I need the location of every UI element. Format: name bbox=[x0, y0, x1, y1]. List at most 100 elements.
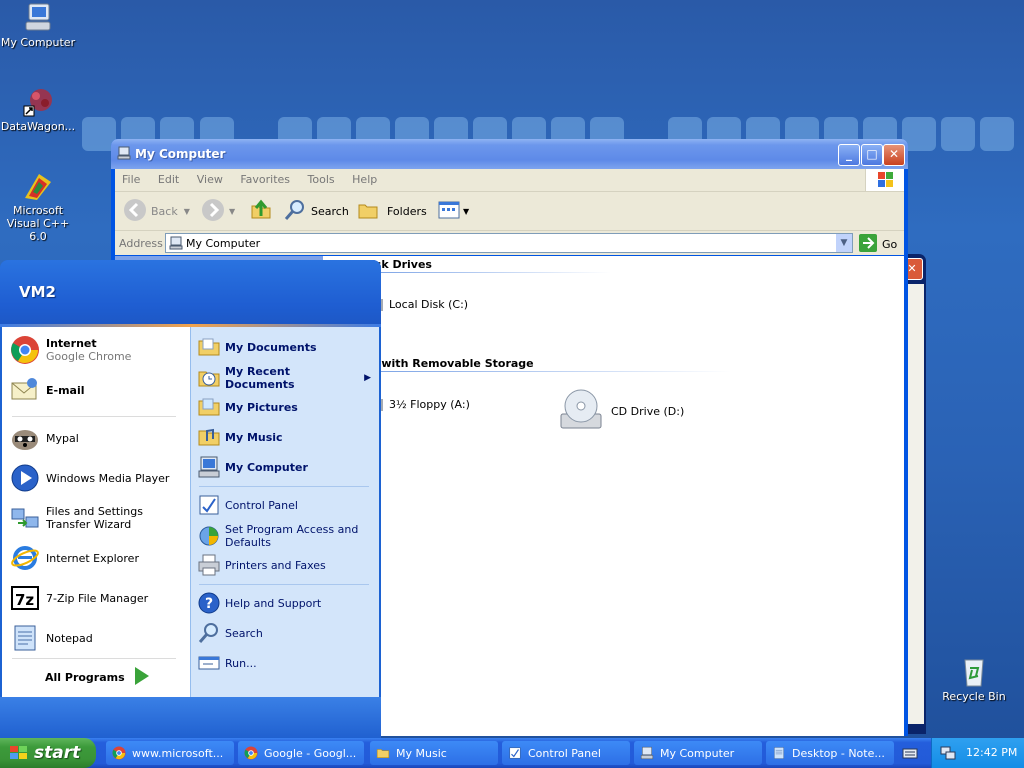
address-label: Address bbox=[119, 237, 163, 250]
address-dropdown-button[interactable]: ▼ bbox=[836, 234, 852, 252]
desktop-icon-visual-cpp[interactable]: Microsoft Visual C++ 6.0 bbox=[0, 170, 78, 243]
window-titlebar[interactable]: My Computer _ □ ✕ bbox=[111, 139, 908, 169]
background-window-scrollbar[interactable] bbox=[908, 284, 924, 724]
start-item-transfer-wizard[interactable]: Files and Settings Transfer Wizard bbox=[10, 503, 186, 533]
desktop-icon-recycle-bin[interactable]: Recycle Bin bbox=[934, 656, 1014, 703]
taskbar-button-notepad[interactable]: Desktop - Note... bbox=[766, 741, 894, 765]
folders-button[interactable]: Folders bbox=[357, 198, 427, 224]
start-item-label: 7-Zip File Manager bbox=[46, 591, 149, 605]
recent-documents-icon bbox=[197, 366, 221, 390]
start-button[interactable]: start bbox=[0, 738, 96, 768]
close-button[interactable]: ✕ bbox=[883, 144, 905, 166]
start-item-email[interactable]: E-mail bbox=[10, 375, 85, 405]
datawagon-shortcut-icon bbox=[21, 86, 55, 118]
chrome-icon bbox=[244, 746, 258, 760]
start-item-label: My Recent Documents bbox=[225, 365, 295, 391]
start-item-label: Notepad bbox=[46, 631, 93, 645]
start-item-windows-media-player[interactable]: Windows Media Player bbox=[10, 463, 169, 493]
group-heading-removable-storage: s with Removable Storage bbox=[371, 357, 534, 370]
start-menu-left-column: Internet Google Chrome E-mail Mypal Wind… bbox=[2, 327, 190, 697]
menu-tools[interactable]: Tools bbox=[301, 169, 342, 186]
taskbar-button-label: My Computer bbox=[660, 746, 735, 760]
menu-favorites[interactable]: Favorites bbox=[233, 169, 297, 186]
start-item-notepad[interactable]: Notepad bbox=[10, 623, 93, 653]
visual-cpp-icon bbox=[21, 170, 55, 202]
address-input[interactable]: My Computer ▼ bbox=[165, 233, 853, 253]
desktop-icon-label: Microsoft Visual C++ 6.0 bbox=[6, 204, 70, 243]
start-item-my-music[interactable]: My Music bbox=[197, 425, 283, 449]
start-menu-right-column: My Documents My Recent Documents ▶ My Pi… bbox=[190, 327, 379, 697]
taskbar-button-my-computer[interactable]: My Computer bbox=[634, 741, 762, 765]
start-item-mypal[interactable]: Mypal bbox=[10, 423, 79, 453]
computer-icon bbox=[640, 746, 654, 760]
taskbar-button-my-music[interactable]: My Music bbox=[370, 741, 498, 765]
start-item-internet[interactable]: Internet Google Chrome bbox=[10, 335, 131, 365]
go-button[interactable]: Go bbox=[859, 234, 897, 255]
menu-file[interactable]: File bbox=[115, 169, 147, 186]
start-item-run[interactable]: Run... bbox=[197, 651, 257, 675]
green-arrow-icon bbox=[131, 665, 151, 690]
desktop-icon-my-computer[interactable]: My Computer bbox=[0, 2, 78, 49]
desktop-icon-label: Recycle Bin bbox=[942, 690, 1006, 703]
folder-icon bbox=[197, 335, 221, 359]
maximize-button[interactable]: □ bbox=[861, 144, 883, 166]
desktop-icon-datawagon[interactable]: DataWagon... bbox=[0, 86, 78, 133]
7zip-icon: 7z bbox=[10, 583, 40, 613]
computer-icon bbox=[197, 455, 221, 479]
window-title: My Computer bbox=[135, 147, 226, 161]
taskbar-button-label: Google - Googl... bbox=[264, 746, 357, 760]
start-menu: VM2 Internet Google Chrome E-mail Mypal … bbox=[0, 260, 381, 740]
svg-text:?: ? bbox=[205, 596, 213, 612]
all-programs-button[interactable]: All Programs bbox=[45, 665, 151, 690]
start-item-label: Printers and Faxes bbox=[225, 558, 326, 572]
minimize-button[interactable]: _ bbox=[838, 144, 860, 166]
help-icon: ? bbox=[197, 591, 221, 615]
start-item-printers-and-faxes[interactable]: Printers and Faxes bbox=[197, 553, 326, 577]
start-item-my-pictures[interactable]: My Pictures bbox=[197, 395, 298, 419]
clock[interactable]: 12:42 PM bbox=[966, 746, 1017, 759]
start-item-label: My Documents bbox=[225, 340, 317, 354]
start-menu-separator bbox=[199, 584, 369, 585]
start-item-label: E-mail bbox=[46, 383, 85, 397]
group-divider bbox=[371, 272, 611, 273]
my-computer-icon bbox=[21, 2, 55, 34]
menu-help[interactable]: Help bbox=[345, 169, 384, 186]
start-item-my-recent-documents[interactable]: My Recent Documents ▶ bbox=[197, 365, 371, 391]
start-item-search[interactable]: Search bbox=[197, 621, 263, 645]
notepad-icon bbox=[10, 623, 40, 653]
mypal-icon bbox=[10, 423, 40, 453]
drive-cd-d[interactable]: CD Drive (D:) bbox=[557, 386, 684, 437]
network-icon[interactable] bbox=[940, 745, 956, 764]
taskbar-button-google[interactable]: Google - Googl... bbox=[238, 741, 364, 765]
start-item-help-and-support[interactable]: ? Help and Support bbox=[197, 591, 321, 615]
folders-label: Folders bbox=[387, 204, 427, 218]
start-item-my-documents[interactable]: My Documents bbox=[197, 335, 317, 359]
keyboard-icon[interactable] bbox=[902, 746, 918, 763]
run-icon bbox=[197, 651, 221, 675]
media-player-icon bbox=[10, 463, 40, 493]
back-button[interactable]: Back ▼ bbox=[123, 198, 190, 224]
start-item-label: Mypal bbox=[46, 431, 79, 445]
start-item-label: Help and Support bbox=[225, 596, 322, 610]
menu-edit[interactable]: Edit bbox=[151, 169, 186, 186]
start-item-control-panel[interactable]: Control Panel bbox=[197, 493, 298, 517]
menu-view[interactable]: View bbox=[190, 169, 230, 186]
taskbar-button-control-panel[interactable]: Control Panel bbox=[502, 741, 630, 765]
drive-floppy-a[interactable]: 3½ Floppy (A:) bbox=[377, 398, 470, 411]
start-item-my-computer[interactable]: My Computer bbox=[197, 455, 308, 479]
views-icon bbox=[437, 198, 461, 225]
taskbar-button-www-microsoft[interactable]: www.microsoft... bbox=[106, 741, 234, 765]
start-item-7zip[interactable]: 7z 7-Zip File Manager bbox=[10, 583, 148, 613]
start-item-set-program-access[interactable]: Set Program Access and Defaults bbox=[197, 523, 371, 549]
up-folder-button[interactable] bbox=[249, 198, 273, 224]
search-button[interactable]: Search bbox=[283, 198, 349, 224]
views-button[interactable]: ▼ bbox=[437, 198, 469, 224]
drive-local-disk-c[interactable]: Local Disk (C:) bbox=[377, 298, 468, 311]
internet-explorer-icon bbox=[10, 543, 40, 573]
start-item-label: Internet Explorer bbox=[46, 551, 139, 565]
program-access-icon bbox=[197, 524, 221, 548]
start-item-internet-explorer[interactable]: Internet Explorer bbox=[10, 543, 139, 573]
folder-icon bbox=[197, 395, 221, 419]
email-icon bbox=[10, 375, 40, 405]
forward-button[interactable]: ▼ bbox=[201, 198, 235, 224]
